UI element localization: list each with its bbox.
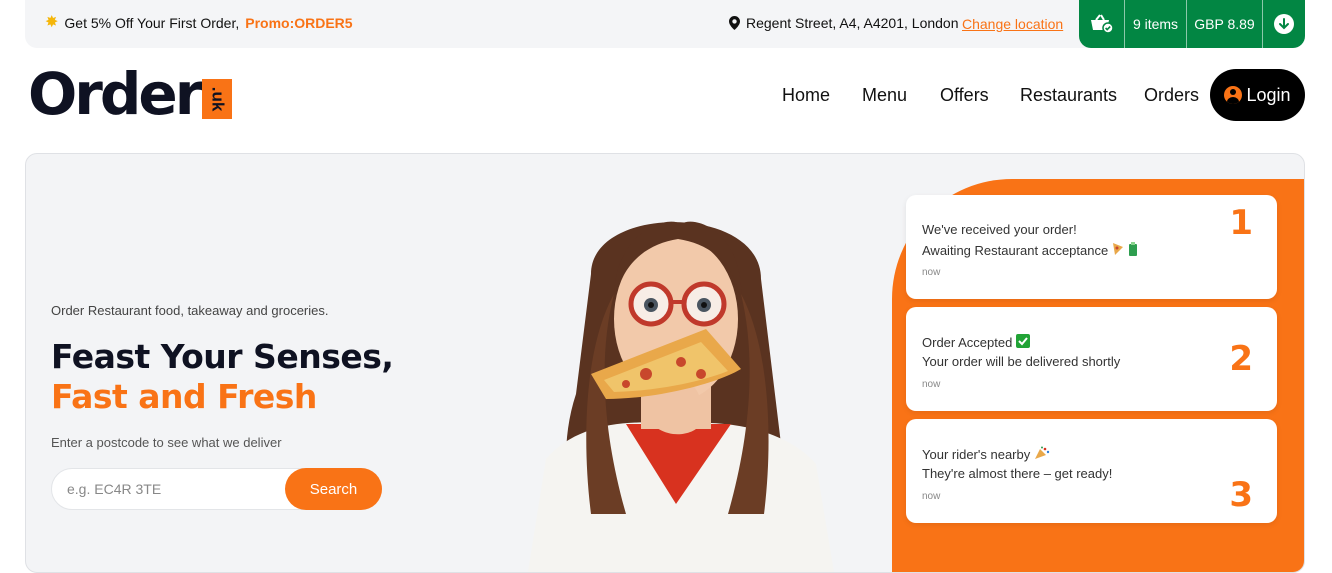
nav-restaurants[interactable]: Restaurants: [1020, 85, 1117, 106]
hero-tagline: Order Restaurant food, takeaway and groc…: [51, 303, 329, 318]
arrow-down-circle-icon[interactable]: [1274, 14, 1294, 34]
notification-title: Your rider's nearby: [922, 446, 1050, 463]
basket-icon: [1090, 14, 1114, 34]
party-popper-icon: [1034, 446, 1050, 463]
notification-time: now: [922, 491, 941, 502]
change-location-link[interactable]: Change location: [962, 16, 1063, 32]
login-button[interactable]: Login: [1210, 69, 1305, 121]
promo-banner: ✸ Get 5% Off Your First Order, Promo:ORD…: [45, 14, 353, 32]
promo-code: Promo:ORDER5: [245, 15, 353, 31]
top-bar: ✸ Get 5% Off Your First Order, Promo:ORD…: [25, 0, 1305, 48]
logo-uk-badge: .uk: [202, 79, 233, 119]
map-pin-icon: [729, 16, 740, 30]
step-number: 1: [1229, 203, 1253, 243]
notification-message: They're almost there – get ready!: [922, 466, 1113, 481]
check-mark-icon: [1016, 334, 1031, 351]
cart-expand[interactable]: [1263, 0, 1305, 48]
postcode-search: Search: [51, 468, 382, 510]
hero-woman-eating-pizza-image: [527, 221, 834, 572]
nav-offers[interactable]: Offers: [940, 85, 989, 106]
notification-time: now: [922, 267, 941, 278]
nav-orders[interactable]: Orders: [1144, 85, 1199, 106]
nav-home[interactable]: Home: [782, 85, 830, 106]
logo-suffix: .uk: [208, 86, 228, 112]
nav-menu[interactable]: Menu: [862, 85, 907, 106]
pizza-icon: [1112, 242, 1124, 259]
notification-message: Your order will be delivered shortly: [922, 354, 1121, 369]
login-label: Login: [1246, 84, 1291, 105]
drink-icon: [1128, 242, 1138, 259]
step-number: 3: [1229, 475, 1253, 515]
notification-title: Order Accepted: [922, 334, 1031, 351]
hero-subtitle: Enter a postcode to see what we deliver: [51, 435, 282, 450]
promo-text: Get 5% Off Your First Order,: [64, 15, 240, 31]
logo-wordmark: Order: [28, 60, 203, 128]
notification-title: We've received your order!: [922, 222, 1077, 237]
notification-message: Awaiting Restaurant acceptance: [922, 242, 1138, 259]
notification-card-3: Your rider's nearby They're almost there…: [906, 419, 1277, 523]
notification-card-1: We've received your order! Awaiting Rest…: [906, 195, 1277, 299]
order-uk-logo[interactable]: Order .uk: [28, 60, 233, 128]
notification-card-2: Order Accepted Your order will be delive…: [906, 307, 1277, 411]
cart-items-count[interactable]: 9 items: [1125, 0, 1187, 48]
search-button[interactable]: Search: [285, 468, 382, 510]
location-text: Regent Street, A4, A4201, London: [746, 15, 959, 31]
cart-total[interactable]: GBP 8.89: [1187, 0, 1263, 48]
basket-segment[interactable]: [1079, 0, 1125, 48]
delivery-location: Regent Street, A4, A4201, London: [729, 15, 959, 31]
cart-summary[interactable]: 9 items GBP 8.89: [1079, 0, 1305, 48]
star-badge-icon: ✸: [45, 14, 59, 31]
notification-time: now: [922, 379, 941, 390]
hero-headline-accent: Fast and Fresh: [51, 377, 317, 416]
postcode-input[interactable]: [67, 481, 267, 497]
hero-headline: Feast Your Senses,: [51, 337, 394, 376]
user-icon: [1224, 86, 1243, 104]
step-number: 2: [1229, 339, 1253, 379]
